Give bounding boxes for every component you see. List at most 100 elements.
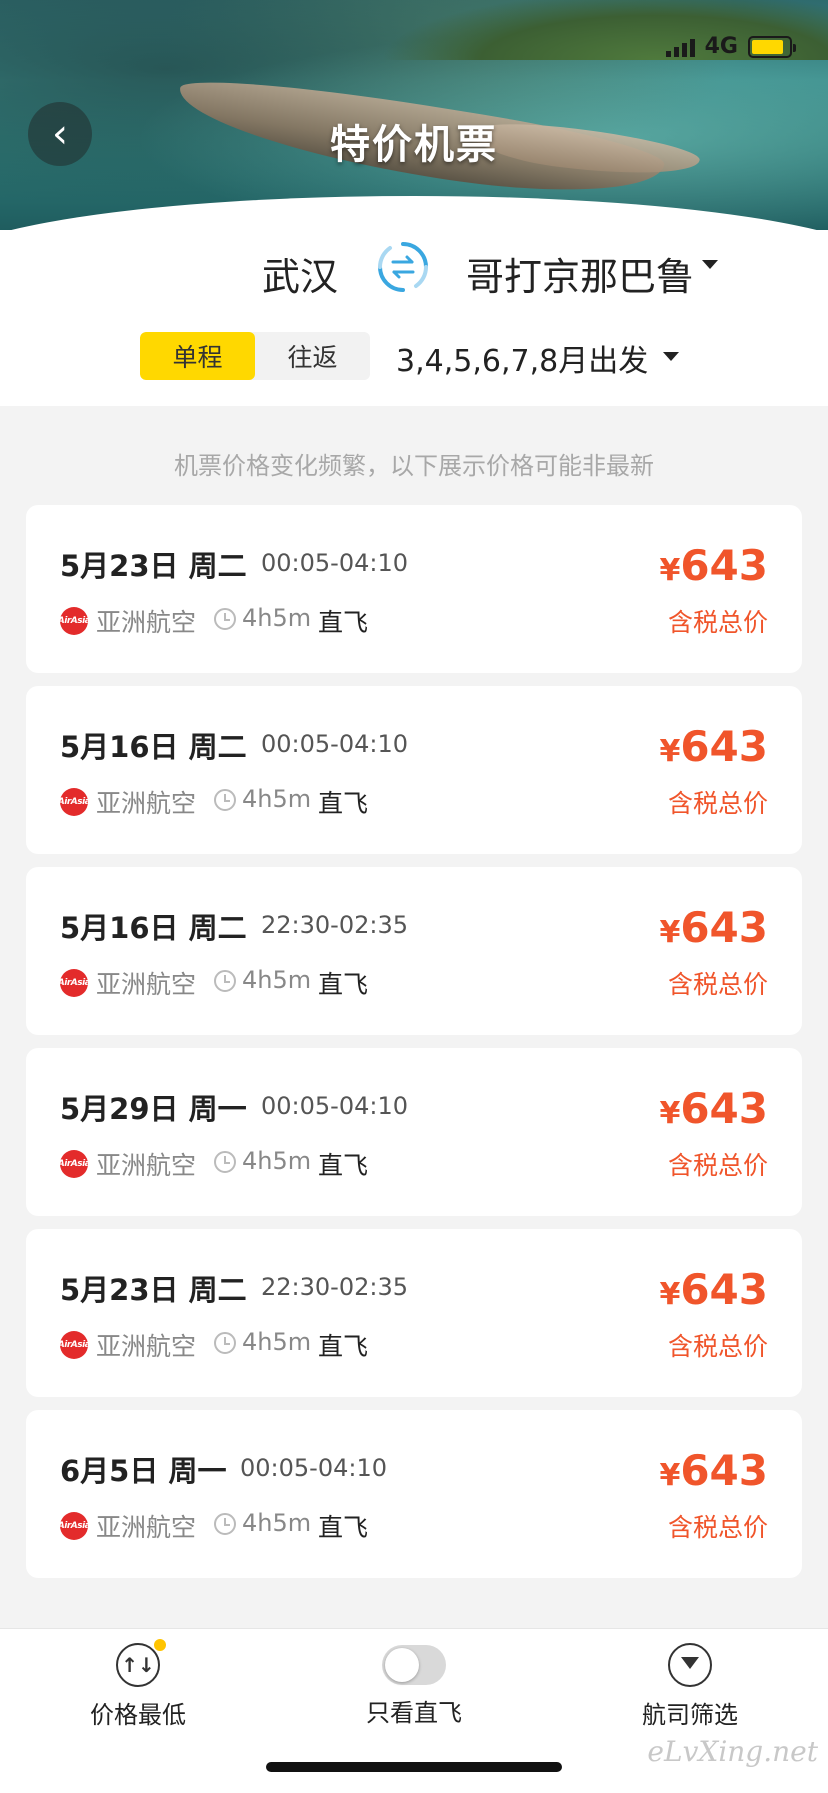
departure-month-filter[interactable]: 3,4,5,6,7,8月出发: [396, 336, 648, 380]
price-note: 含税总价: [667, 789, 768, 818]
flight-price: ¥643: [659, 1265, 768, 1314]
flight-price: ¥643: [659, 1446, 768, 1495]
direct-flight-label: 直飞: [318, 1332, 369, 1361]
clock-icon: [214, 1513, 236, 1535]
flight-time: 00:05-04:10: [261, 549, 408, 577]
direct-flight-label: 直飞: [318, 1151, 369, 1180]
trip-option-round-trip[interactable]: 往返: [255, 332, 370, 380]
battery-icon: [748, 35, 796, 58]
airline-name: 亚洲航空: [96, 1151, 197, 1180]
flight-duration: 4h5m: [242, 966, 312, 994]
caret-down-icon[interactable]: [702, 260, 718, 269]
currency-symbol: ¥: [659, 553, 681, 588]
direct-flight-label: 直飞: [318, 608, 369, 637]
clock-icon: [214, 1151, 236, 1173]
price-note: 含税总价: [667, 608, 768, 637]
direct-only-toggle[interactable]: 只看直飞: [314, 1643, 514, 1728]
airline-name: 亚洲航空: [96, 1513, 197, 1542]
flight-duration: 4h5m: [242, 1147, 312, 1175]
switch-knob: [385, 1648, 419, 1682]
flight-card[interactable]: 5月16日 周二 22:30-02:35 AirAsia 亚洲航空 4h5m 直飞 ¥643…: [26, 867, 802, 1035]
airasia-logo-icon: AirAsia: [58, 969, 91, 997]
active-dot: [154, 1639, 166, 1651]
sort-arrows-icon: ↑↓: [116, 1639, 166, 1687]
flight-date: 5月23日 周二: [60, 549, 247, 583]
price-note: 含税总价: [667, 1151, 768, 1180]
flight-time: 00:05-04:10: [240, 1454, 387, 1482]
status-bar-right: 4G: [665, 34, 796, 59]
caret-down-icon[interactable]: [663, 352, 679, 361]
watermark: eLvXing.net: [647, 1735, 818, 1768]
airasia-logo-icon: AirAsia: [58, 607, 91, 635]
airline-name: 亚洲航空: [96, 970, 197, 999]
flight-price: ¥643: [659, 1084, 768, 1133]
network-label: 4G: [704, 34, 738, 59]
direct-flight-label: 直飞: [318, 970, 369, 999]
destination-city[interactable]: 哥打京那巴鲁: [466, 246, 694, 301]
price-notice: 机票价格变化频繁，以下展示价格可能非最新: [174, 452, 654, 480]
price-value: 643: [680, 1084, 768, 1133]
trip-option-one-way[interactable]: 单程: [140, 332, 255, 380]
flight-duration: 4h5m: [242, 785, 312, 813]
sort-by-price-button[interactable]: ↑↓ 价格最低: [38, 1639, 238, 1730]
airasia-logo-icon: AirAsia: [58, 1331, 91, 1359]
search-panel: 武汉 哥打京那巴鲁 单程 往返 3,4,5,6,7,8月出发: [0, 230, 828, 406]
airasia-logo-icon: AirAsia: [58, 788, 91, 816]
signal-icon: [665, 37, 695, 57]
price-value: 643: [680, 1446, 768, 1495]
airline-filter-label: 航司筛选: [642, 1701, 738, 1729]
flight-card[interactable]: 5月29日 周一 00:05-04:10 AirAsia 亚洲航空 4h5m 直飞 ¥643…: [26, 1048, 802, 1216]
currency-symbol: ¥: [659, 1096, 681, 1131]
flight-card[interactable]: 5月16日 周二 00:05-04:10 AirAsia 亚洲航空 4h5m 直飞 ¥643…: [26, 686, 802, 854]
battery-level: [752, 39, 783, 54]
route-selector: 武汉 哥打京那巴鲁: [0, 236, 828, 299]
airline-name: 亚洲航空: [96, 789, 197, 818]
price-note: 含税总价: [667, 1332, 768, 1361]
flight-card[interactable]: 5月23日 周二 22:30-02:35 AirAsia 亚洲航空 4h5m 直飞 ¥643…: [26, 1229, 802, 1397]
flight-date: 5月23日 周二: [60, 1273, 247, 1307]
flight-time: 22:30-02:35: [261, 1273, 408, 1301]
header-banner: 4G ‹ 特价机票: [0, 0, 828, 230]
direct-flight-label: 直飞: [318, 1513, 369, 1542]
flight-time: 22:30-02:35: [261, 911, 408, 939]
price-value: 643: [680, 903, 768, 952]
flight-duration: 4h5m: [242, 1509, 312, 1537]
airline-name: 亚洲航空: [96, 608, 197, 637]
flight-card[interactable]: 6月5日 周一 00:05-04:10 AirAsia 亚洲航空 4h5m 直飞 ¥643 含…: [26, 1410, 802, 1578]
price-note: 含税总价: [667, 1513, 768, 1542]
flight-date: 5月16日 周二: [60, 911, 247, 945]
direct-only-switch[interactable]: [382, 1645, 446, 1685]
price-value: 643: [680, 722, 768, 771]
airline-name: 亚洲航空: [96, 1332, 197, 1361]
price-note: 含税总价: [667, 970, 768, 999]
sort-arrows-glyph: ↑↓: [121, 1653, 155, 1677]
swap-arrows-icon[interactable]: [376, 240, 430, 294]
clock-icon: [214, 970, 236, 992]
origin-city[interactable]: 武汉: [262, 246, 338, 301]
clock-icon: [214, 608, 236, 630]
direct-flight-label: 直飞: [318, 789, 369, 818]
clock-icon: [214, 789, 236, 811]
flight-price: ¥643: [659, 903, 768, 952]
airline-filter-button[interactable]: 航司筛选: [590, 1643, 790, 1730]
flight-date: 6月5日 周一: [60, 1454, 227, 1488]
flight-list: 5月23日 周二 00:05-04:10 AirAsia 亚洲航空 4h5m 直飞 ¥643…: [26, 505, 802, 1591]
page-title: 特价机票: [330, 122, 498, 168]
trip-type-toggle: 单程 往返: [140, 332, 370, 380]
price-value: 643: [680, 1265, 768, 1314]
currency-symbol: ¥: [659, 915, 681, 950]
flight-date: 5月29日 周一: [60, 1092, 247, 1126]
flight-duration: 4h5m: [242, 1328, 312, 1356]
flight-duration: 4h5m: [242, 604, 312, 632]
flight-time: 00:05-04:10: [261, 1092, 408, 1120]
sort-label: 价格最低: [90, 1701, 186, 1729]
currency-symbol: ¥: [659, 734, 681, 769]
currency-symbol: ¥: [659, 1277, 681, 1312]
flight-price: ¥643: [659, 541, 768, 590]
currency-symbol: ¥: [659, 1458, 681, 1493]
flight-date: 5月16日 周二: [60, 730, 247, 764]
flight-card[interactable]: 5月23日 周二 00:05-04:10 AirAsia 亚洲航空 4h5m 直飞 ¥643…: [26, 505, 802, 673]
flight-time: 00:05-04:10: [261, 730, 408, 758]
price-value: 643: [680, 541, 768, 590]
airasia-logo-icon: AirAsia: [58, 1150, 91, 1178]
